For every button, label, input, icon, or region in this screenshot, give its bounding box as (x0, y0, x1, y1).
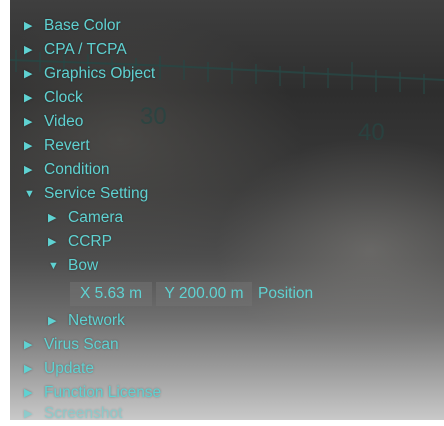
expand-arrow-icon: ▶ (24, 68, 33, 80)
expand-arrow-icon: ▶ (24, 20, 33, 32)
menu-item-graphics-object[interactable]: ▶ Graphics Object (24, 62, 155, 86)
submenu-item-label: Network (68, 312, 125, 329)
menu-item-label: Video (44, 113, 84, 130)
menu-item-label: CPA / TCPA (44, 41, 127, 58)
menu-item-base-color[interactable]: ▶ Base Color (24, 14, 121, 38)
menu-item-condition[interactable]: ▶ Condition (24, 158, 110, 182)
menu-item-label: Base Color (44, 17, 121, 34)
menu-item-update[interactable]: ▶ Update (24, 357, 94, 381)
menu-item-revert[interactable]: ▶ Revert (24, 134, 90, 158)
hud-scale-label-40: 40 (358, 119, 385, 146)
menu-item-label: Revert (44, 137, 90, 154)
expand-arrow-icon: ▶ (48, 236, 57, 248)
menu-item-clock[interactable]: ▶ Clock (24, 86, 83, 110)
expand-arrow-icon: ▶ (48, 212, 57, 224)
bow-position-label: Position (258, 285, 314, 302)
menu-item-video[interactable]: ▶ Video (24, 110, 83, 134)
menu-item-virus-scan[interactable]: ▶ Virus Scan (24, 333, 119, 357)
hud-scale-label-30: 30 (140, 103, 167, 130)
menu-item-label: Service Setting (44, 185, 149, 202)
menu-item-service-setting[interactable]: ▼ Service Setting (24, 182, 148, 206)
submenu-item-ccrp[interactable]: ▶ CCRP (48, 230, 112, 254)
submenu-item-network[interactable]: ▶ Network (48, 309, 125, 333)
expand-arrow-icon: ▶ (24, 140, 33, 152)
menu-item-label: Clock (44, 89, 83, 106)
left-edge-strip (0, 0, 10, 420)
expand-arrow-icon: ▶ (24, 363, 33, 375)
menu-item-label: Screenshot (44, 405, 123, 422)
menu-item-label: Update (44, 360, 94, 377)
menu-item-label: Graphics Object (44, 65, 156, 82)
bow-position-y-field[interactable]: Y 200.00 m (156, 282, 252, 306)
menu-item-cpa-tcpa[interactable]: ▶ CPA / TCPA (24, 38, 127, 62)
submenu-item-label: CCRP (68, 233, 112, 250)
collapse-arrow-icon: ▼ (48, 260, 59, 272)
menu-item-label: Function License (44, 384, 162, 401)
menu-item-label: Virus Scan (44, 336, 119, 353)
bow-position-row: X 5.63 m Y 200.00 m Position (70, 282, 313, 306)
expand-arrow-icon: ▶ (24, 164, 33, 176)
expand-arrow-icon: ▶ (24, 408, 33, 420)
expand-arrow-icon: ▶ (24, 116, 33, 128)
submenu-item-label: Bow (68, 257, 99, 274)
menu-item-screenshot[interactable]: ▶ Screenshot (24, 402, 122, 426)
bow-position-x-field[interactable]: X 5.63 m (70, 282, 152, 306)
submenu-item-label: Camera (68, 209, 124, 226)
expand-arrow-icon: ▶ (24, 92, 33, 104)
menu-item-label: Condition (44, 161, 110, 178)
collapse-arrow-icon: ▼ (24, 188, 35, 200)
expand-arrow-icon: ▶ (48, 315, 57, 327)
expand-arrow-icon: ▶ (24, 44, 33, 56)
expand-arrow-icon: ▶ (24, 339, 33, 351)
submenu-item-camera[interactable]: ▶ Camera (48, 206, 123, 230)
submenu-item-bow[interactable]: ▼ Bow (48, 254, 98, 278)
